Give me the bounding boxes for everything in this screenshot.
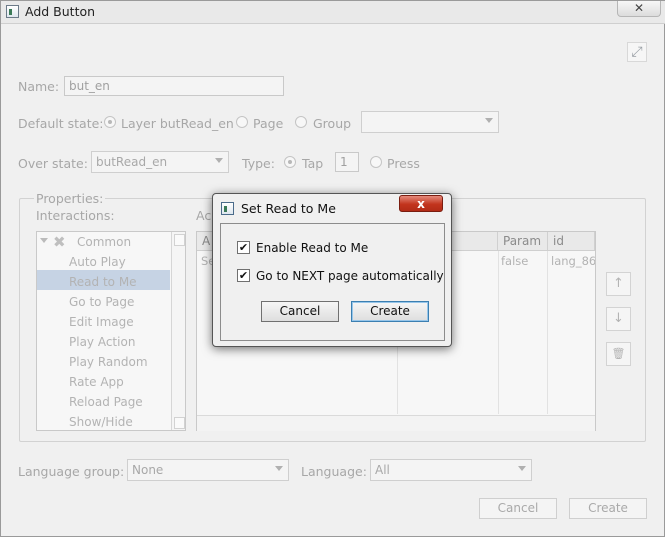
- tools-icon: ✖: [53, 233, 66, 251]
- over-state-value: butRead_en: [96, 155, 168, 169]
- chevron-down-icon: [215, 158, 223, 163]
- language-select[interactable]: All: [370, 459, 532, 481]
- move-up-button[interactable]: ↑: [606, 272, 631, 296]
- language-value: All: [375, 463, 390, 477]
- window-title: Add Button: [25, 4, 96, 19]
- radio-tap[interactable]: [284, 156, 296, 168]
- enable-read-to-me-checkbox[interactable]: ✔: [237, 241, 250, 254]
- tree-item-play-action[interactable]: Play Action: [69, 335, 135, 349]
- default-state-label: Default state:: [18, 116, 104, 131]
- go-to-next-page-checkbox[interactable]: ✔: [237, 269, 250, 282]
- title-bar: Add Button ✕: [1, 1, 665, 24]
- table-cell-param[interactable]: false: [501, 254, 528, 268]
- arrow-up-icon: ↑: [613, 276, 624, 291]
- language-group-select[interactable]: None: [127, 459, 289, 481]
- cancel-button[interactable]: Cancel: [479, 498, 557, 519]
- language-label: Language:: [301, 464, 367, 479]
- arrow-down-icon: ↓: [613, 311, 624, 326]
- tree-item-read-to-me[interactable]: Read to Me: [69, 275, 137, 289]
- tree-item-go-to-page[interactable]: Go to Page: [69, 295, 134, 309]
- chevron-down-icon: [485, 118, 493, 123]
- column-divider: [498, 251, 499, 414]
- column-divider: [547, 251, 548, 414]
- dialog-app-icon: [221, 202, 234, 215]
- over-state-select[interactable]: butRead_en: [91, 151, 229, 173]
- move-down-button[interactable]: ↓: [606, 307, 631, 331]
- column-header-id[interactable]: id: [548, 232, 595, 251]
- interactions-label: Interactions:: [36, 208, 115, 223]
- tree-category-common[interactable]: Common: [77, 235, 131, 249]
- tree-scrollbar[interactable]: [171, 232, 185, 430]
- name-input[interactable]: but_en: [64, 76, 284, 96]
- chevron-down-icon: [275, 466, 283, 471]
- enable-read-to-me-label: Enable Read to Me: [256, 241, 369, 255]
- go-to-next-page-label: Go to NEXT page automatically: [256, 269, 444, 283]
- name-label: Name:: [18, 79, 60, 94]
- dialog-title: Set Read to Me: [241, 201, 336, 216]
- dialog-body: ✔ Enable Read to Me ✔ Go to NEXT page au…: [220, 223, 445, 341]
- radio-layer-label: Layer butRead_en: [121, 116, 234, 131]
- maximize-icon[interactable]: ⤢: [627, 42, 647, 62]
- tap-count-input[interactable]: 1: [335, 152, 359, 172]
- properties-label: Properties:: [34, 191, 106, 206]
- language-group-value: None: [132, 463, 164, 477]
- tree-item-play-random[interactable]: Play Random: [69, 355, 148, 369]
- column-header-param[interactable]: Param: [498, 232, 548, 251]
- window-close-button[interactable]: ✕: [617, 1, 661, 17]
- radio-press-label: Press: [387, 156, 420, 171]
- chevron-down-icon: [518, 466, 526, 471]
- trash-icon: 🗑: [611, 347, 626, 360]
- radio-press[interactable]: [370, 156, 382, 168]
- radio-group-label: Group: [313, 116, 352, 131]
- radio-layer[interactable]: [104, 116, 116, 128]
- dialog-create-button[interactable]: Create: [351, 301, 429, 322]
- tree-item-auto-play[interactable]: Auto Play: [69, 255, 126, 269]
- delete-button[interactable]: 🗑: [606, 342, 631, 366]
- dialog-cancel-button[interactable]: Cancel: [261, 301, 339, 322]
- table-horizontal-scrollbar[interactable]: [197, 415, 595, 431]
- actions-label: Ac: [196, 208, 212, 223]
- radio-page-label: Page: [253, 116, 284, 131]
- table-cell-id[interactable]: lang_86: [551, 254, 595, 268]
- type-label: Type:: [242, 156, 275, 171]
- set-read-to-me-dialog: Set Read to Me x ✔ Enable Read to Me ✔ G…: [212, 193, 452, 347]
- expand-arrow-icon[interactable]: [40, 238, 48, 243]
- radio-group[interactable]: [295, 116, 307, 128]
- create-button[interactable]: Create: [569, 498, 647, 519]
- scroll-up-arrow[interactable]: [174, 234, 185, 246]
- scroll-down-arrow[interactable]: [174, 417, 185, 429]
- tree-item-rate-app[interactable]: Rate App: [69, 375, 124, 389]
- group-select[interactable]: [361, 111, 499, 133]
- language-group-label: Language group:: [18, 464, 125, 479]
- radio-tap-label: Tap: [302, 156, 324, 171]
- tree-item-show-hide[interactable]: Show/Hide: [69, 415, 133, 429]
- over-state-label: Over state:: [18, 156, 88, 171]
- dialog-close-button[interactable]: x: [399, 195, 443, 212]
- app-icon: [6, 5, 19, 18]
- radio-page[interactable]: [236, 116, 248, 128]
- tree-item-reload-page[interactable]: Reload Page: [69, 395, 143, 409]
- tree-item-edit-image[interactable]: Edit Image: [69, 315, 134, 329]
